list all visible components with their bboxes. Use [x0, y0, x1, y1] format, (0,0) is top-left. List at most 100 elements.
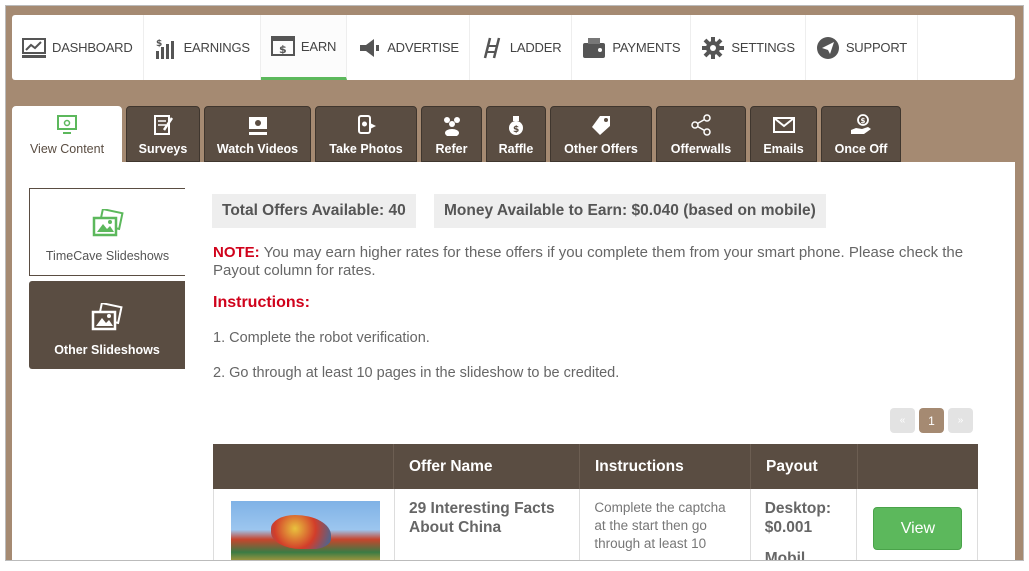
- offer-instructions: Complete the captcha at the start then g…: [594, 500, 726, 551]
- offer-thumbnail-cell: [214, 489, 394, 560]
- money-available-badge: Money Available to Earn: $0.040 (based o…: [434, 194, 826, 228]
- nav-settings-label: SETTINGS: [731, 40, 795, 55]
- tab-once-off[interactable]: $ Once Off: [821, 106, 901, 162]
- nav-advertise-label: ADVERTISE: [387, 40, 459, 55]
- column-header-offer-name: Offer Name: [393, 444, 579, 489]
- earn-icon: $: [270, 35, 295, 57]
- svg-text:$: $: [156, 39, 162, 49]
- top-navigation: DASHBOARD $ EARNINGS $ EARN ADVERTISE LA…: [12, 15, 1015, 80]
- offer-action-cell: View: [856, 489, 977, 560]
- nav-dashboard[interactable]: DASHBOARD: [12, 15, 144, 80]
- next-page-button[interactable]: »: [948, 408, 973, 433]
- offer-name: 29 Interesting Facts About China: [409, 500, 555, 536]
- column-header-action: [857, 444, 978, 489]
- nav-support-label: SUPPORT: [845, 40, 908, 55]
- tab-label: Take Photos: [329, 142, 403, 156]
- tab-label: Once Off: [834, 142, 888, 156]
- sidebar-item-timecave-slideshows[interactable]: TimeCave Slideshows: [29, 188, 185, 276]
- video-icon: [247, 114, 269, 136]
- nav-payments[interactable]: PAYMENTS: [572, 15, 692, 80]
- offer-name-cell: 29 Interesting Facts About China: [394, 489, 579, 560]
- images-icon: [91, 207, 125, 239]
- nav-ladder-label: LADDER: [509, 40, 562, 55]
- tab-offerwalls[interactable]: Offerwalls: [656, 106, 746, 162]
- prev-page-button[interactable]: «: [890, 408, 915, 433]
- money-bag-icon: $: [505, 114, 527, 136]
- offer-instructions-cell: Complete the captcha at the start then g…: [579, 489, 749, 560]
- current-page-button[interactable]: 1: [919, 408, 944, 433]
- tag-icon: [590, 114, 612, 136]
- tab-label: Other Offers: [564, 142, 638, 156]
- earn-subtabs: View Content Surveys Watch Videos Take P…: [12, 106, 901, 162]
- tab-refer[interactable]: Refer: [421, 106, 482, 162]
- app-frame: DASHBOARD $ EARNINGS $ EARN ADVERTISE LA…: [5, 5, 1024, 561]
- nav-settings[interactable]: SETTINGS: [691, 15, 806, 80]
- hand-coin-icon: $: [850, 114, 872, 136]
- table-row: 29 Interesting Facts About China Complet…: [213, 489, 978, 561]
- instructions-heading: Instructions:: [213, 294, 310, 311]
- ladder-icon: [480, 37, 504, 59]
- nav-advertise[interactable]: ADVERTISE: [347, 15, 470, 80]
- note-label: NOTE:: [213, 244, 260, 261]
- tab-view-content[interactable]: View Content: [12, 106, 122, 162]
- people-icon: [441, 114, 463, 137]
- tab-label: Watch Videos: [216, 142, 299, 156]
- paper-plane-icon: [816, 36, 840, 59]
- tab-label: View Content: [29, 142, 105, 156]
- tab-label: Refer: [435, 142, 468, 156]
- sidebar-item-label: TimeCave Slideshows: [45, 249, 170, 263]
- tab-watch-videos[interactable]: Watch Videos: [204, 106, 311, 162]
- images-icon: [90, 301, 124, 333]
- share-icon: [690, 114, 712, 136]
- column-header-instructions: Instructions: [579, 444, 750, 489]
- tab-surveys[interactable]: Surveys: [126, 106, 200, 162]
- sidebar-item-other-slideshows[interactable]: Other Slideshows: [29, 281, 185, 369]
- wallet-icon: [582, 37, 606, 59]
- nav-support[interactable]: SUPPORT: [806, 15, 919, 80]
- tab-label: Offerwalls: [670, 142, 732, 156]
- total-offers-badge: Total Offers Available: 40: [212, 194, 416, 228]
- offers-table: Offer Name Instructions Payout 29 Intere…: [213, 444, 978, 561]
- nav-earnings[interactable]: $ EARNINGS: [144, 15, 261, 80]
- tab-label: Surveys: [138, 142, 188, 156]
- sidebar-item-label: Other Slideshows: [54, 343, 160, 357]
- column-header-thumbnail: [213, 444, 393, 489]
- tab-emails[interactable]: Emails: [750, 106, 817, 162]
- envelope-icon: [772, 114, 795, 136]
- view-button[interactable]: View: [873, 507, 963, 550]
- offer-thumbnail-image[interactable]: [231, 501, 380, 560]
- svg-text:$: $: [513, 125, 519, 135]
- column-header-payout: Payout: [750, 444, 857, 489]
- nav-ladder[interactable]: LADDER: [470, 15, 573, 80]
- camera-icon: [355, 114, 377, 136]
- tab-raffle[interactable]: $ Raffle: [486, 106, 546, 162]
- nav-earnings-label: EARNINGS: [183, 40, 251, 55]
- table-header: Offer Name Instructions Payout: [213, 444, 978, 489]
- note-text: NOTE: You may earn higher rates for thes…: [213, 244, 973, 280]
- monitor-icon: [56, 114, 78, 136]
- svg-text:$: $: [861, 117, 866, 125]
- instruction-step: 1. Complete the robot verification.: [213, 330, 430, 346]
- nav-earn[interactable]: $ EARN: [260, 15, 348, 80]
- payout-desktop: Desktop: $0.001: [764, 500, 832, 536]
- offer-payout: Desktop: $0.001 Mobil: [764, 499, 843, 561]
- nav-earn-label: EARN: [300, 38, 337, 54]
- pagination: « 1 »: [890, 408, 973, 433]
- offer-payout-cell: Desktop: $0.001 Mobil: [749, 489, 857, 561]
- nav-payments-label: PAYMENTS: [612, 40, 681, 55]
- payout-mobile: Mobil: [764, 550, 806, 561]
- svg-text:$: $: [279, 43, 286, 56]
- note-body: You may earn higher rates for these offe…: [213, 244, 964, 279]
- tab-other-offers[interactable]: Other Offers: [550, 106, 652, 162]
- earnings-icon: $: [154, 37, 178, 59]
- content-panel: TimeCave Slideshows Other Slideshows Tot…: [12, 162, 1015, 561]
- megaphone-icon: [357, 37, 381, 59]
- gear-icon: [701, 36, 725, 59]
- nav-dashboard-label: DASHBOARD: [52, 40, 133, 55]
- tab-label: Emails: [763, 142, 804, 156]
- instruction-step: 2. Go through at least 10 pages in the s…: [213, 365, 620, 381]
- tab-label: Raffle: [498, 142, 534, 156]
- dashboard-icon: [22, 37, 46, 59]
- tab-take-photos[interactable]: Take Photos: [315, 106, 417, 162]
- survey-icon: [152, 114, 174, 136]
